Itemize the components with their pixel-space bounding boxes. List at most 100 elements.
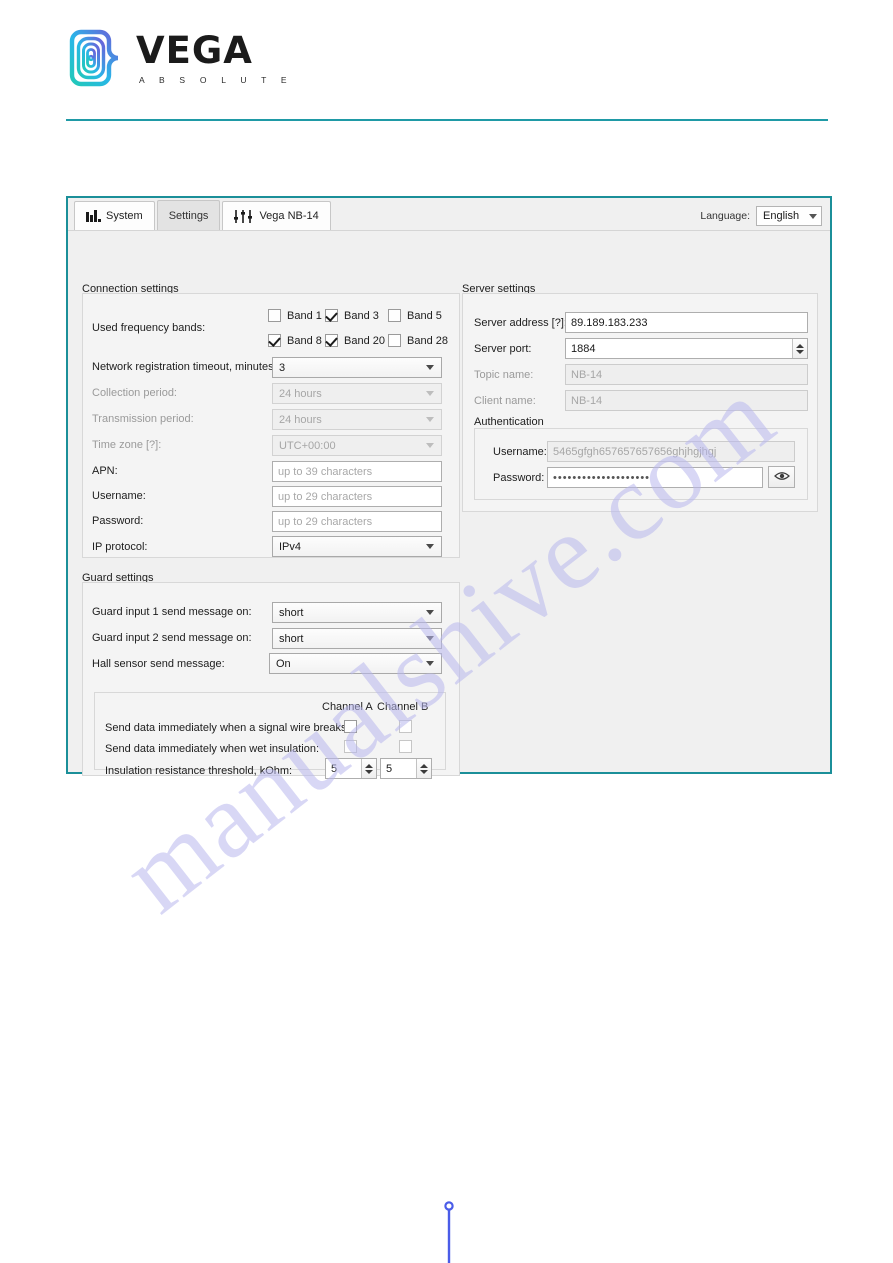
- ip-protocol-dropdown[interactable]: IPv4: [272, 536, 442, 557]
- checkbox-wet-insulation-channel-a[interactable]: [344, 740, 357, 753]
- time-zone-value: UTC+00:00: [279, 439, 336, 452]
- spinner-up-icon[interactable]: [365, 763, 373, 768]
- connection-username-label: Username:: [92, 490, 146, 502]
- apn-label: APN:: [92, 465, 118, 477]
- label-band-3: Band 3: [344, 310, 379, 322]
- server-port-stepper[interactable]: 1884: [565, 338, 808, 359]
- collection-period-value: 24 hours: [279, 387, 322, 400]
- guard-input-2-value: short: [279, 632, 304, 645]
- connection-username-input[interactable]: up to 29 characters: [272, 486, 442, 507]
- tab-settings[interactable]: Settings: [156, 200, 221, 230]
- network-timeout-value: 3: [279, 361, 286, 374]
- server-port-value: 1884: [571, 342, 596, 355]
- insulation-threshold-channel-b-stepper[interactable]: 5: [380, 758, 432, 779]
- checkbox-band-20[interactable]: [325, 334, 338, 347]
- server-address-label: Server address [?]:: [474, 317, 567, 329]
- brand-subtitle: A B S O L U T E: [139, 74, 293, 85]
- topic-name-input: NB-14: [565, 364, 808, 385]
- tab-vega-label: Vega NB-14: [259, 210, 319, 222]
- guard-input-1-dropdown[interactable]: short: [272, 602, 442, 623]
- topic-name-label: Topic name:: [474, 369, 534, 381]
- insulation-a-spin-buttons[interactable]: [361, 759, 376, 778]
- tab-system-label: System: [106, 210, 143, 222]
- checkbox-band-3[interactable]: [325, 309, 338, 322]
- insulation-b-spin-buttons[interactable]: [416, 759, 431, 778]
- time-zone-label: Time zone [?]:: [92, 439, 162, 451]
- connection-password-label: Password:: [92, 515, 144, 527]
- label-band-5: Band 5: [407, 310, 442, 322]
- network-timeout-dropdown[interactable]: 3: [272, 357, 442, 378]
- auth-password-label: Password:: [493, 472, 545, 484]
- chevron-down-icon: [809, 213, 817, 219]
- guard-input-2-dropdown[interactable]: short: [272, 628, 442, 649]
- tab-vega-nb-14[interactable]: Vega NB-14: [222, 201, 331, 230]
- insulation-threshold-channel-a-stepper[interactable]: 5: [325, 758, 377, 779]
- tab-bar: System Settings Vega NB-14 Language: Eng…: [68, 198, 830, 231]
- spinner-down-icon[interactable]: [365, 769, 373, 774]
- language-selector: Language: English: [700, 206, 822, 226]
- checkbox-band-1[interactable]: [268, 309, 281, 322]
- transmission-period-value: 24 hours: [279, 413, 322, 426]
- page-pin-marker: [444, 1201, 454, 1263]
- transmission-period-dropdown: 24 hours: [272, 409, 442, 430]
- auth-username-label: Username:: [493, 446, 547, 458]
- chevron-down-icon: [426, 417, 434, 422]
- checkbox-band-28[interactable]: [388, 334, 401, 347]
- bar-chart-icon: [86, 210, 101, 222]
- client-name-input: NB-14: [565, 390, 808, 411]
- connection-password-input[interactable]: up to 29 characters: [272, 511, 442, 532]
- checkbox-signal-wire-break-channel-b[interactable]: [399, 720, 412, 733]
- collection-period-dropdown: 24 hours: [272, 383, 442, 404]
- sliders-icon: [234, 209, 254, 223]
- language-label: Language:: [700, 210, 750, 222]
- language-value: English: [763, 210, 800, 222]
- time-zone-dropdown: UTC+00:00: [272, 435, 442, 456]
- header-divider: [66, 119, 828, 121]
- spinner-up-icon[interactable]: [796, 343, 804, 348]
- chevron-down-icon: [426, 443, 434, 448]
- channel-a-header: Channel A: [322, 701, 373, 713]
- server-port-label: Server port:: [474, 343, 532, 355]
- auth-username-input[interactable]: 5465gfgh657657657656ghjhgjhgj: [547, 441, 795, 462]
- checkbox-band-5[interactable]: [388, 309, 401, 322]
- chevron-down-icon: [426, 610, 434, 615]
- brand-name: VEGA: [136, 28, 253, 72]
- guard-input-2-label: Guard input 2 send message on:: [92, 632, 252, 644]
- tab-system[interactable]: System: [74, 201, 155, 230]
- toggle-password-visibility-button[interactable]: [768, 466, 795, 488]
- chevron-down-icon: [426, 661, 434, 666]
- spinner-up-icon[interactable]: [420, 763, 428, 768]
- eye-icon: [773, 468, 790, 486]
- hall-sensor-label: Hall sensor send message:: [92, 658, 225, 670]
- vega-spiral-logo-icon: [66, 27, 122, 89]
- collection-period-label: Collection period:: [92, 387, 177, 399]
- client-name-label: Client name:: [474, 395, 536, 407]
- tab-settings-label: Settings: [168, 209, 209, 222]
- auth-password-input[interactable]: ••••••••••••••••••••: [547, 467, 763, 488]
- ip-protocol-value: IPv4: [279, 540, 302, 553]
- guard-input-1-label: Guard input 1 send message on:: [92, 606, 252, 618]
- authentication-panel: [474, 428, 808, 500]
- checkbox-signal-wire-break-channel-a[interactable]: [344, 720, 357, 733]
- chevron-down-icon: [426, 365, 434, 370]
- label-band-8: Band 8: [287, 335, 322, 347]
- hall-sensor-dropdown[interactable]: On: [269, 653, 442, 674]
- guard-input-1-value: short: [279, 606, 304, 619]
- server-port-spin-buttons[interactable]: [792, 339, 807, 358]
- language-dropdown[interactable]: English: [756, 206, 822, 226]
- brand-header: VEGA A B S O L U T E: [66, 27, 293, 89]
- apn-input[interactable]: up to 39 characters: [272, 461, 442, 482]
- wet-insulation-label: Send data immediately when wet insulatio…: [105, 743, 320, 755]
- spinner-down-icon[interactable]: [796, 349, 804, 354]
- used-frequency-bands-label: Used frequency bands:: [92, 322, 206, 334]
- page-root: manualshive.com VEGA A B S O L U T E Sys…: [0, 0, 893, 1263]
- transmission-period-label: Transmission period:: [92, 413, 194, 425]
- insulation-threshold-channel-b-value: 5: [386, 762, 393, 775]
- chevron-down-icon: [426, 544, 434, 549]
- spinner-down-icon[interactable]: [420, 769, 428, 774]
- chevron-down-icon: [426, 636, 434, 641]
- insulation-threshold-channel-a-value: 5: [331, 762, 338, 775]
- checkbox-band-8[interactable]: [268, 334, 281, 347]
- server-address-input[interactable]: 89.189.183.233: [565, 312, 808, 333]
- checkbox-wet-insulation-channel-b[interactable]: [399, 740, 412, 753]
